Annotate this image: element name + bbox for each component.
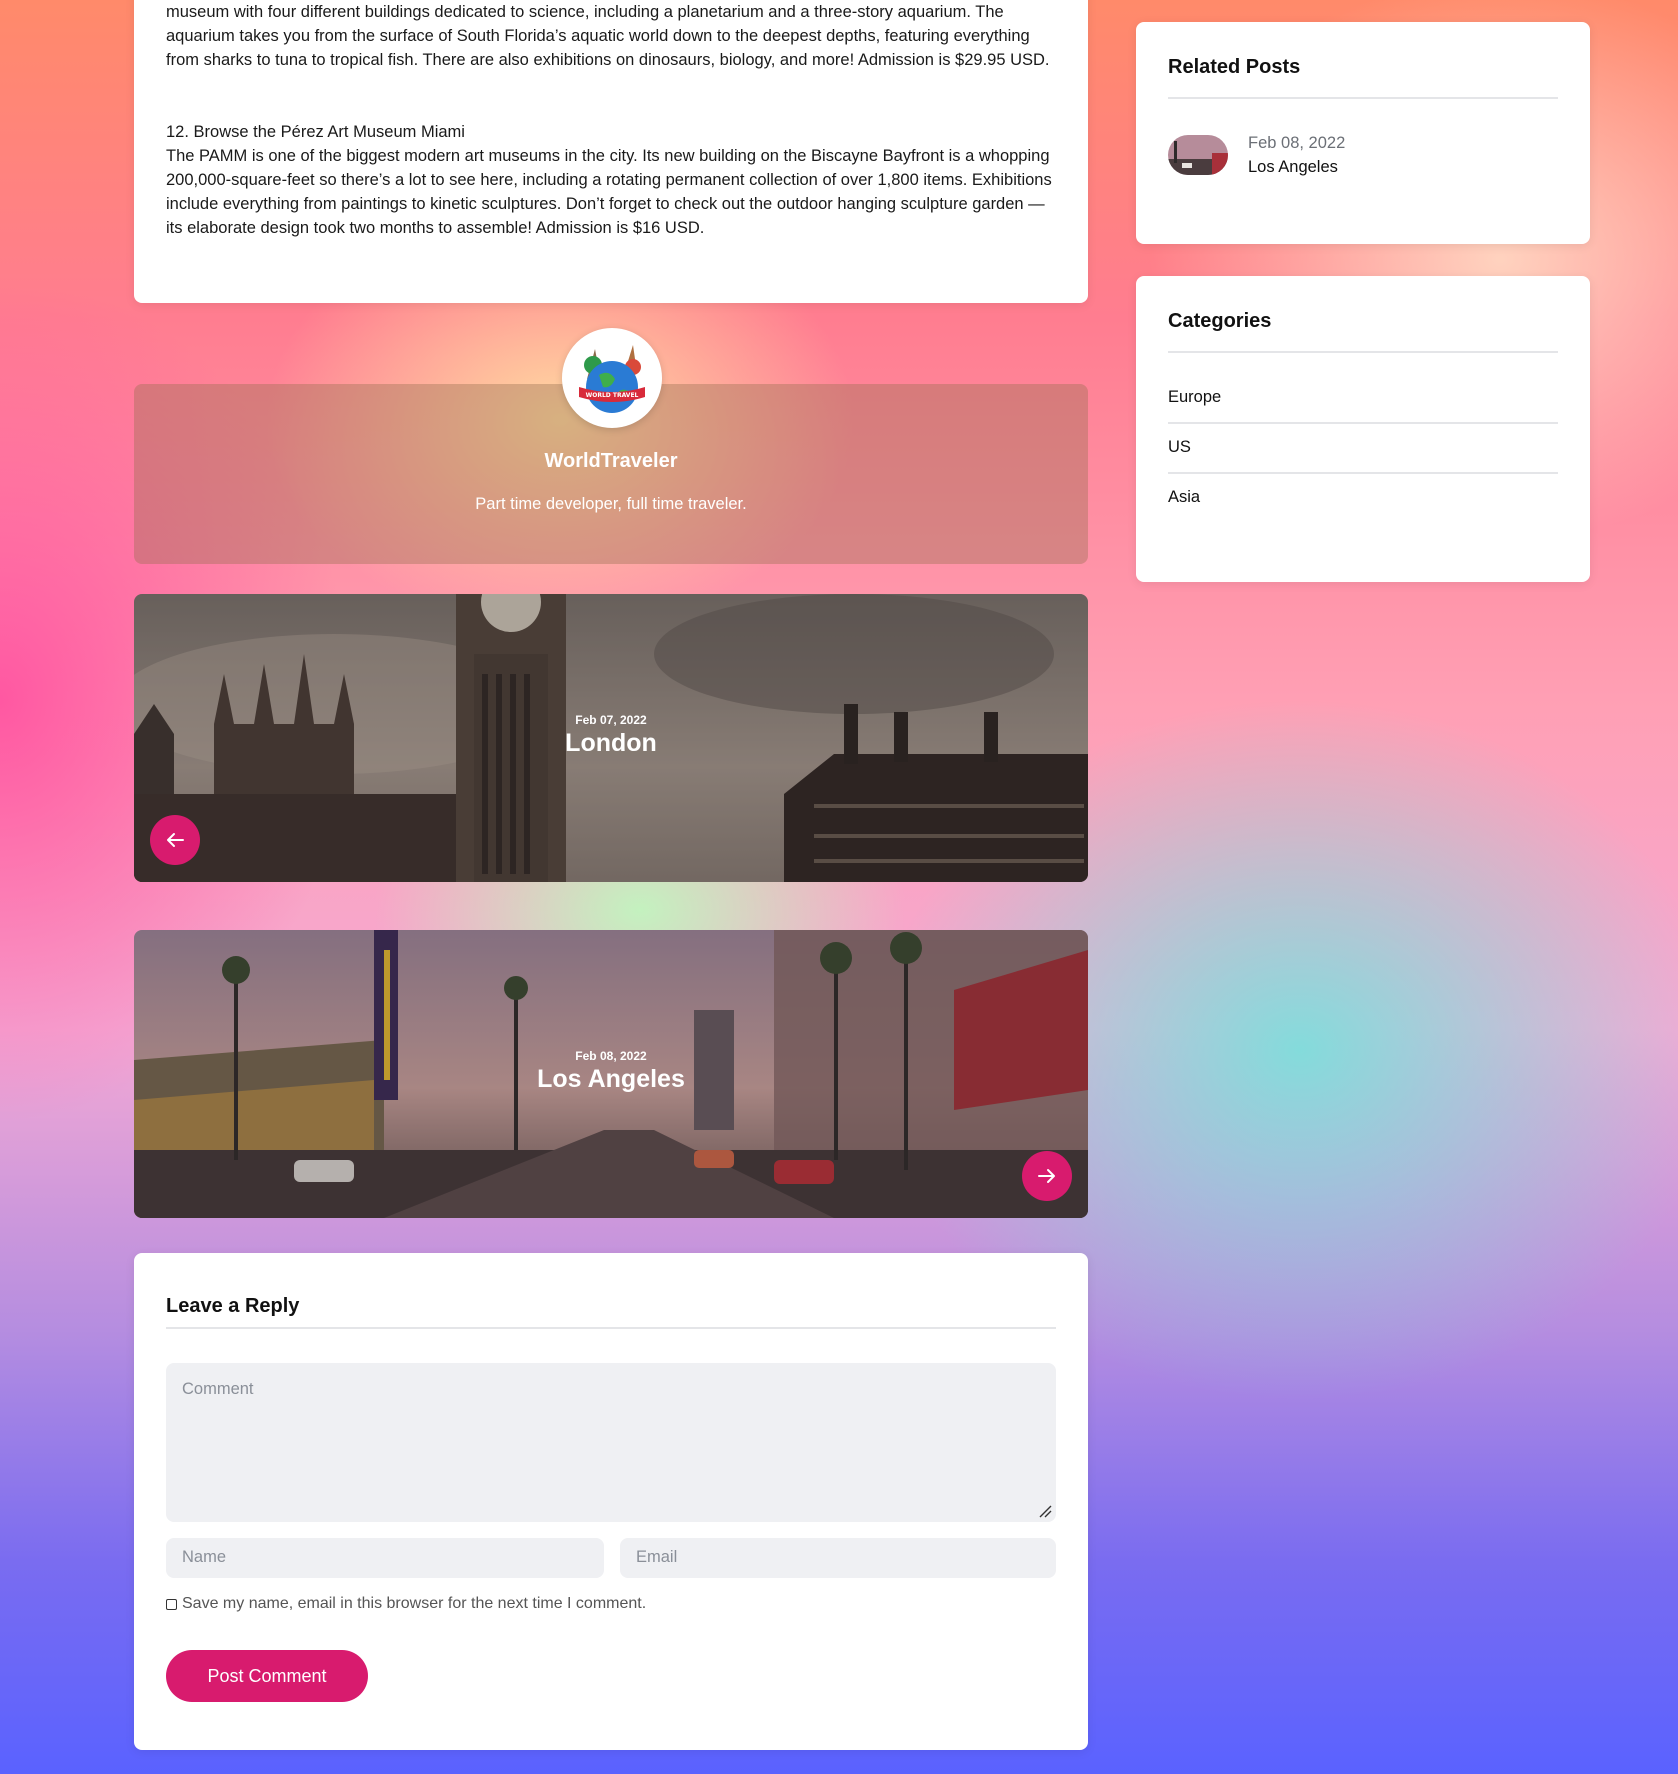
- author-bio: Part time developer, full time traveler.: [475, 495, 747, 513]
- next-post-card[interactable]: Feb 08, 2022 Los Angeles: [134, 930, 1088, 1218]
- related-posts-widget: Related Posts Feb 08, 2022 Los Angeles: [1136, 22, 1590, 244]
- save-info-row: Save my name, email in this browser for …: [166, 1595, 646, 1613]
- article-subheading: 12. Browse the Pérez Art Museum Miami: [166, 123, 465, 141]
- post-title: London: [565, 729, 657, 757]
- comment-textarea[interactable]: Comment: [166, 1363, 1056, 1522]
- category-europe[interactable]: Europe: [1168, 388, 1558, 407]
- comment-placeholder: Comment: [182, 1380, 254, 1398]
- save-info-checkbox[interactable]: [166, 1598, 177, 1610]
- related-post-title[interactable]: Los Angeles: [1248, 158, 1338, 177]
- post-date: Feb 07, 2022: [575, 713, 647, 727]
- post-date: Feb 08, 2022: [575, 1049, 647, 1063]
- article-paragraph: museum with four different buildings ded…: [166, 3, 1050, 69]
- article-paragraph: The PAMM is one of the biggest modern ar…: [166, 147, 1052, 237]
- related-post-date: Feb 08, 2022: [1248, 134, 1346, 152]
- category-us[interactable]: US: [1168, 438, 1558, 457]
- avatar: WORLD TRAVEL: [562, 328, 662, 428]
- divider: [1168, 422, 1558, 424]
- resize-handle-icon[interactable]: [1038, 1504, 1052, 1518]
- prev-post-button[interactable]: [150, 815, 200, 865]
- email-placeholder: Email: [636, 1548, 678, 1566]
- name-placeholder: Name: [182, 1548, 227, 1566]
- svg-text:WORLD TRAVEL: WORLD TRAVEL: [586, 392, 639, 399]
- categories-title: Categories: [1168, 310, 1272, 332]
- reply-form: Leave a Reply Comment Name Email Save my…: [134, 1253, 1088, 1750]
- divider: [1168, 351, 1558, 353]
- post-comment-button[interactable]: Post Comment: [166, 1650, 368, 1702]
- related-posts-title: Related Posts: [1168, 56, 1301, 78]
- save-info-label[interactable]: Save my name, email in this browser for …: [182, 1595, 646, 1613]
- email-field[interactable]: Email: [620, 1538, 1056, 1578]
- divider: [166, 1327, 1056, 1329]
- divider: [1168, 472, 1558, 474]
- related-post-thumbnail[interactable]: [1168, 135, 1228, 175]
- arrow-right-icon: [1038, 1169, 1055, 1183]
- article-card: museum with four different buildings ded…: [134, 0, 1088, 303]
- categories-widget: Categories Europe US Asia: [1136, 276, 1590, 582]
- name-field[interactable]: Name: [166, 1538, 604, 1578]
- post-title: Los Angeles: [537, 1065, 685, 1093]
- reply-title: Leave a Reply: [166, 1295, 300, 1317]
- divider: [1168, 97, 1558, 99]
- author-name: WorldTraveler: [544, 450, 678, 472]
- arrow-left-icon: [167, 833, 184, 847]
- category-asia[interactable]: Asia: [1168, 488, 1558, 507]
- next-post-button[interactable]: [1022, 1151, 1072, 1201]
- prev-post-card[interactable]: Feb 07, 2022 London: [134, 594, 1088, 882]
